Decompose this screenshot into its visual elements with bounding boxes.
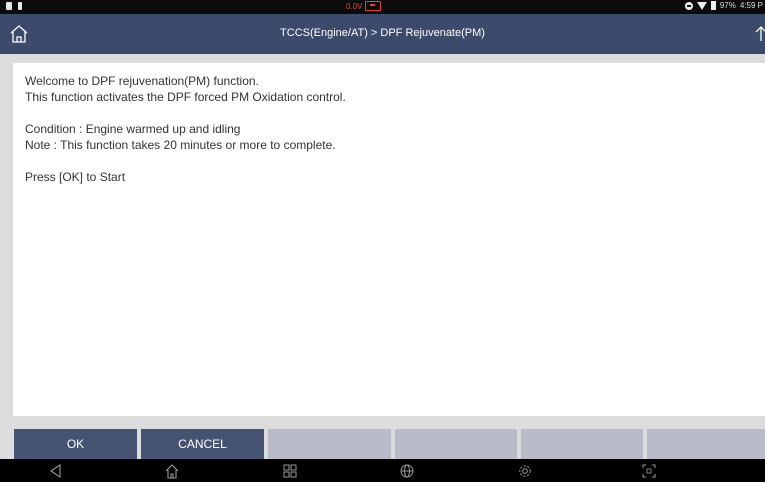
screenshot-icon[interactable]	[641, 463, 657, 479]
car-battery-icon	[365, 1, 382, 11]
battery-icon	[710, 1, 716, 10]
message-line: Note : This function takes 20 minutes or…	[25, 138, 336, 152]
wifi-icon	[696, 1, 707, 10]
status-right: 97% 4:59 P	[684, 1, 763, 10]
empty-button	[647, 429, 765, 459]
message-line: Welcome to DPF rejuvenation(PM) function…	[25, 74, 259, 88]
empty-button	[395, 429, 517, 459]
page-title: TCCS(Engine/AT) > DPF Rejuvenate(PM)	[280, 27, 485, 39]
message-line: This function activates the DPF forced P…	[25, 90, 346, 104]
ok-button[interactable]: OK	[14, 429, 137, 459]
notification-icon	[18, 2, 22, 10]
back-icon[interactable]	[48, 463, 64, 479]
status-bar: 0.0V 97% 4:59 P	[0, 0, 765, 14]
voltage-indicator: 0.0V	[346, 1, 382, 11]
message-panel: Welcome to DPF rejuvenation(PM) function…	[13, 63, 765, 416]
system-nav-bar	[0, 459, 765, 482]
export-button[interactable]	[751, 23, 765, 45]
message-line: Press [OK] to Start	[25, 170, 126, 184]
message-line: Condition : Engine warmed up and idling	[25, 122, 241, 136]
cancel-button[interactable]: CANCEL	[141, 429, 264, 459]
empty-button	[268, 429, 391, 459]
voltage-value: 0.0V	[346, 1, 363, 11]
settings-icon[interactable]	[517, 463, 533, 479]
title-bar: TCCS(Engine/AT) > DPF Rejuvenate(PM)	[0, 14, 765, 54]
browser-icon[interactable]	[399, 463, 415, 479]
upload-icon	[755, 26, 765, 41]
empty-button	[521, 429, 643, 459]
status-left	[6, 2, 22, 10]
action-button-bar: OK CANCEL	[0, 429, 765, 459]
recent-apps-icon[interactable]	[282, 463, 298, 479]
do-not-disturb-icon	[684, 1, 693, 10]
battery-percent: 97%	[719, 1, 736, 10]
home-icon[interactable]	[164, 463, 180, 479]
notification-icon	[6, 2, 12, 10]
clock: 4:59 P	[739, 1, 763, 10]
